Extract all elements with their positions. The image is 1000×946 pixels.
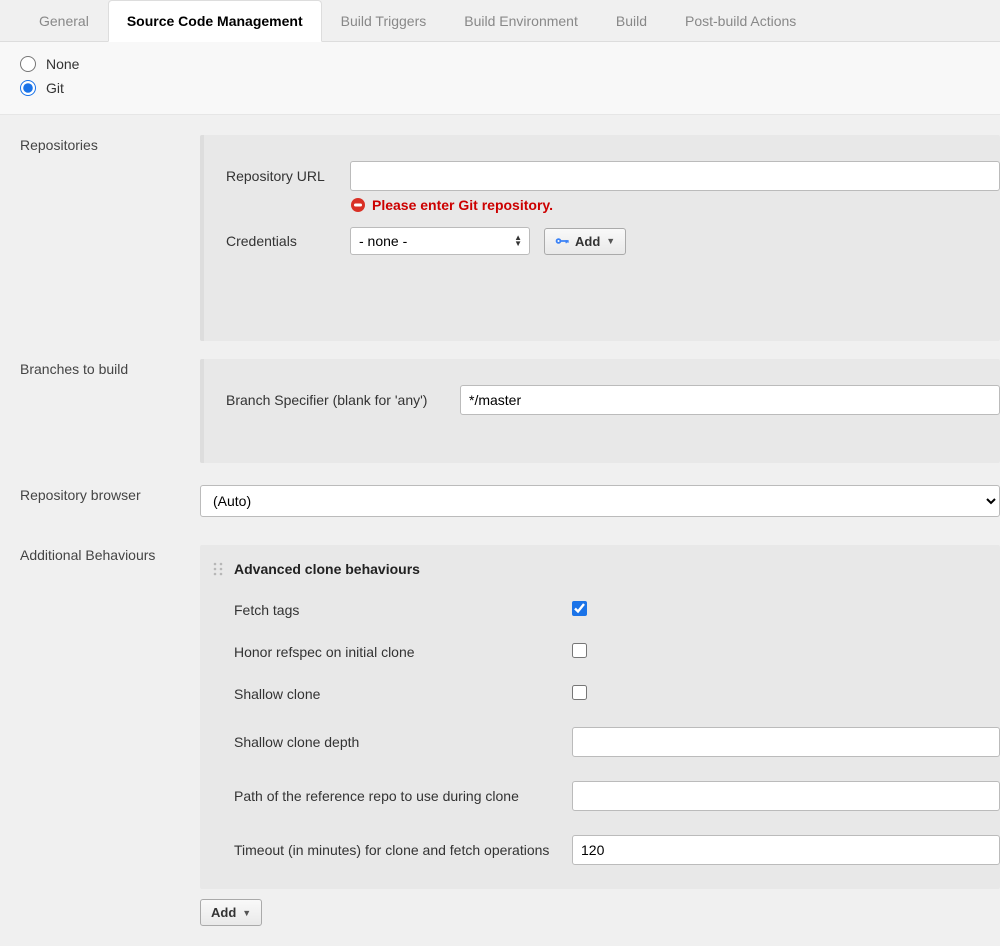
shallow-depth-row: Shallow clone depth — [212, 715, 1000, 769]
ref-path-input[interactable] — [572, 781, 1000, 811]
radio-none-label: None — [46, 56, 79, 72]
repo-browser-section: Repository browser (Auto) — [0, 471, 1000, 517]
repo-url-label: Repository URL — [226, 168, 336, 184]
honor-refspec-row: Honor refspec on initial clone — [212, 631, 1000, 673]
config-tabs: General Source Code Management Build Tri… — [0, 0, 1000, 42]
radio-git[interactable] — [20, 80, 36, 96]
fetch-tags-row: Fetch tags — [212, 589, 1000, 631]
repo-url-error: Please enter Git repository. — [226, 197, 1000, 213]
caret-down-icon: ▼ — [606, 236, 615, 246]
shallow-clone-label: Shallow clone — [212, 686, 572, 702]
repositories-section: Repositories Repository URL Please enter… — [0, 115, 1000, 349]
timeout-row: Timeout (in minutes) for clone and fetch… — [212, 823, 1000, 877]
radio-git-label: Git — [46, 80, 64, 96]
branch-panel: Branch Specifier (blank for 'any') — [200, 359, 1000, 463]
branch-specifier-input[interactable] — [460, 385, 1000, 415]
fetch-tags-checkbox[interactable] — [572, 601, 587, 616]
drag-handle-icon[interactable] — [212, 562, 224, 576]
scm-option-git[interactable]: Git — [20, 76, 980, 100]
scm-option-none[interactable]: None — [20, 52, 980, 76]
branch-specifier-label: Branch Specifier (blank for 'any') — [226, 392, 446, 408]
behaviours-panel: Advanced clone behaviours Fetch tags Hon… — [200, 545, 1000, 889]
key-icon — [555, 236, 569, 246]
additional-label: Additional Behaviours — [20, 547, 200, 563]
radio-none[interactable] — [20, 56, 36, 72]
ref-path-row: Path of the reference repo to use during… — [212, 769, 1000, 823]
ref-path-label: Path of the reference repo to use during… — [212, 788, 572, 804]
advanced-clone-title: Advanced clone behaviours — [234, 561, 420, 577]
advanced-clone-header: Advanced clone behaviours — [212, 555, 1000, 589]
timeout-label: Timeout (in minutes) for clone and fetch… — [212, 842, 572, 858]
shallow-clone-checkbox[interactable] — [572, 685, 587, 700]
error-text: Please enter Git repository. — [372, 197, 553, 213]
shallow-depth-label: Shallow clone depth — [212, 734, 572, 750]
shallow-clone-row: Shallow clone — [212, 673, 1000, 715]
credentials-label: Credentials — [226, 233, 336, 249]
scm-options: None Git — [0, 42, 1000, 115]
repo-browser-select[interactable]: (Auto) — [200, 485, 1000, 517]
repository-panel: Repository URL Please enter Git reposito… — [200, 135, 1000, 341]
additional-behaviours-section: Additional Behaviours Advanced clone beh… — [0, 517, 1000, 946]
tab-post-build-actions[interactable]: Post-build Actions — [666, 0, 815, 41]
honor-refspec-label: Honor refspec on initial clone — [212, 644, 572, 660]
add-credentials-label: Add — [575, 234, 600, 249]
repo-browser-label: Repository browser — [20, 487, 200, 503]
tab-general[interactable]: General — [20, 0, 108, 41]
tab-build-environment[interactable]: Build Environment — [445, 0, 597, 41]
branches-label: Branches to build — [20, 361, 200, 377]
timeout-input[interactable] — [572, 835, 1000, 865]
add-credentials-button[interactable]: Add ▼ — [544, 228, 626, 255]
branches-section: Branches to build Branch Specifier (blan… — [0, 349, 1000, 471]
fetch-tags-label: Fetch tags — [212, 602, 572, 618]
error-icon — [350, 197, 366, 213]
shallow-depth-input[interactable] — [572, 727, 1000, 757]
honor-refspec-checkbox[interactable] — [572, 643, 587, 658]
tab-build[interactable]: Build — [597, 0, 666, 41]
credentials-select[interactable]: - none - — [350, 227, 530, 255]
caret-down-icon: ▼ — [242, 908, 251, 918]
tab-build-triggers[interactable]: Build Triggers — [322, 0, 446, 41]
repo-url-input[interactable] — [350, 161, 1000, 191]
repositories-label: Repositories — [20, 137, 200, 153]
add-behaviour-button[interactable]: Add ▼ — [200, 899, 262, 926]
add-behaviour-label: Add — [211, 905, 236, 920]
tab-source-code-management[interactable]: Source Code Management — [108, 0, 322, 42]
